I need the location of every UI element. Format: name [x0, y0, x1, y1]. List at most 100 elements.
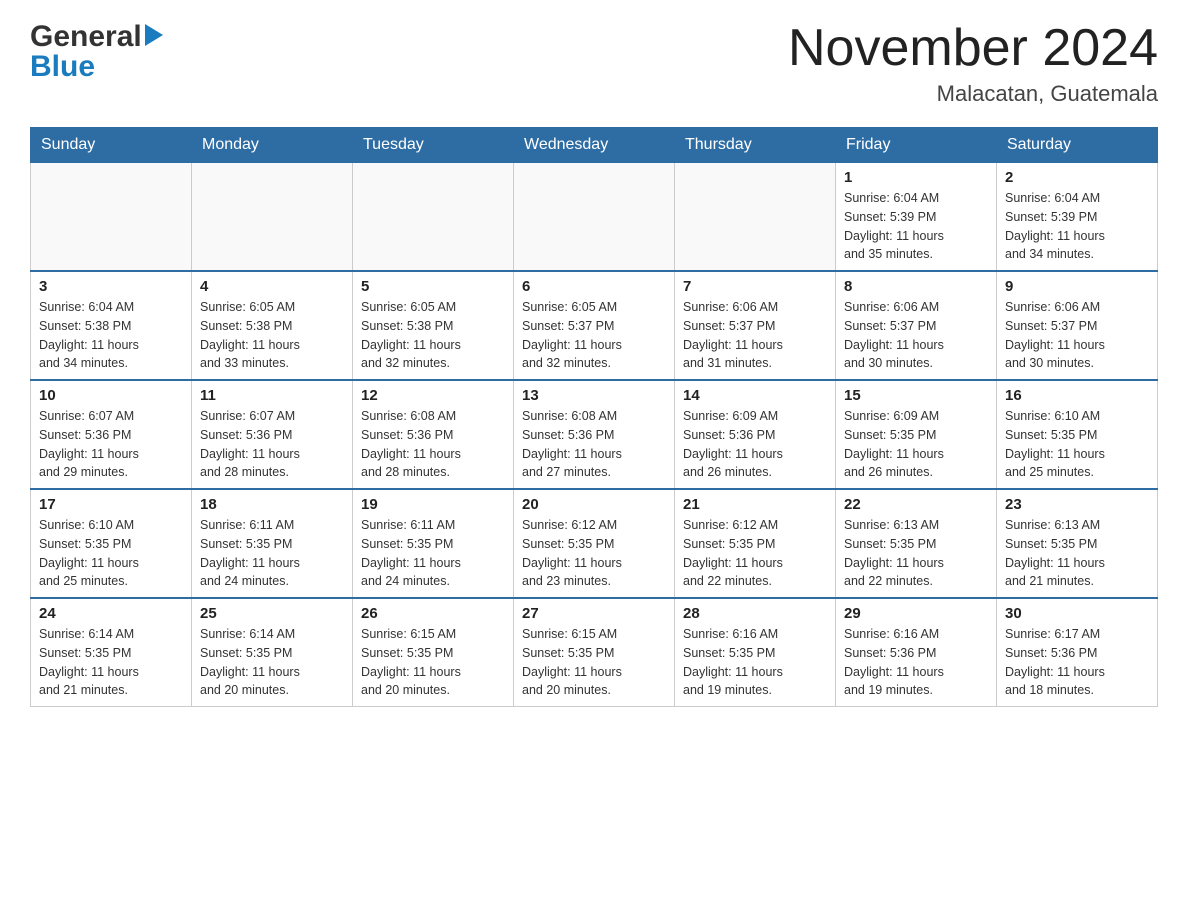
calendar-cell: 14 Sunrise: 6:09 AM Sunset: 5:36 PM Dayli…: [675, 380, 836, 489]
day-info: Sunrise: 6:12 AM Sunset: 5:35 PM Dayligh…: [683, 516, 827, 591]
day-info: Sunrise: 6:05 AM Sunset: 5:38 PM Dayligh…: [361, 298, 505, 373]
calendar-cell: 3 Sunrise: 6:04 AM Sunset: 5:38 PM Daylig…: [31, 271, 192, 380]
week-row-2: 3 Sunrise: 6:04 AM Sunset: 5:38 PM Daylig…: [31, 271, 1158, 380]
day-number: 2: [1005, 169, 1149, 186]
day-number: 12: [361, 387, 505, 404]
day-number: 7: [683, 278, 827, 295]
calendar-cell: 19 Sunrise: 6:11 AM Sunset: 5:35 PM Dayli…: [353, 489, 514, 598]
week-row-4: 17 Sunrise: 6:10 AM Sunset: 5:35 PM Dayli…: [31, 489, 1158, 598]
calendar-cell: 4Sunrise: 6:05 AM Sunset: 5:38 PM Daylig…: [192, 271, 353, 380]
day-number: 16: [1005, 387, 1149, 404]
day-info: Sunrise: 6:14 AM Sunset: 5:35 PM Dayligh…: [200, 625, 344, 700]
week-row-5: 24Sunrise: 6:14 AM Sunset: 5:35 PM Dayli…: [31, 598, 1158, 707]
day-info: Sunrise: 6:05 AM Sunset: 5:38 PM Dayligh…: [200, 298, 344, 373]
weekday-header-row: SundayMondayTuesdayWednesdayThursdayFrid…: [31, 128, 1158, 163]
day-number: 21: [683, 496, 827, 513]
day-info: Sunrise: 6:15 AM Sunset: 5:35 PM Dayligh…: [522, 625, 666, 700]
calendar-cell: 25 Sunrise: 6:14 AM Sunset: 5:35 PM Dayli…: [192, 598, 353, 707]
day-info: Sunrise: 6:09 AM Sunset: 5:36 PM Dayligh…: [683, 407, 827, 482]
day-number: 11: [200, 387, 344, 404]
calendar-cell: 11 Sunrise: 6:07 AM Sunset: 5:36 PM Dayli…: [192, 380, 353, 489]
weekday-header-thursday: Thursday: [675, 128, 836, 163]
day-number: 25: [200, 605, 344, 622]
calendar-cell: 15 Sunrise: 6:09 AM Sunset: 5:35 PM Dayli…: [836, 380, 997, 489]
title-block: November 2024 Malacatan, Guatemala: [788, 20, 1158, 107]
day-info: Sunrise: 6:11 AM Sunset: 5:35 PM Dayligh…: [361, 516, 505, 591]
day-info: Sunrise: 6:05 AM Sunset: 5:37 PM Dayligh…: [522, 298, 666, 373]
day-number: 18: [200, 496, 344, 513]
day-info: Sunrise: 6:13 AM Sunset: 5:35 PM Dayligh…: [1005, 516, 1149, 591]
day-number: 8: [844, 278, 988, 295]
location: Malacatan, Guatemala: [788, 81, 1158, 107]
calendar-cell: 22 Sunrise: 6:13 AM Sunset: 5:35 PM Dayli…: [836, 489, 997, 598]
calendar-cell: [192, 163, 353, 272]
calendar-cell: 13Sunrise: 6:08 AM Sunset: 5:36 PM Dayli…: [514, 380, 675, 489]
calendar-cell: [31, 163, 192, 272]
calendar-cell: 27 Sunrise: 6:15 AM Sunset: 5:35 PM Dayli…: [514, 598, 675, 707]
weekday-header-saturday: Saturday: [997, 128, 1158, 163]
calendar-cell: 6 Sunrise: 6:05 AM Sunset: 5:37 PM Daylig…: [514, 271, 675, 380]
calendar-cell: 10 Sunrise: 6:07 AM Sunset: 5:36 PM Dayli…: [31, 380, 192, 489]
day-number: 10: [39, 387, 183, 404]
day-number: 17: [39, 496, 183, 513]
calendar-cell: 30 Sunrise: 6:17 AM Sunset: 5:36 PM Dayli…: [997, 598, 1158, 707]
calendar-cell: 26Sunrise: 6:15 AM Sunset: 5:35 PM Dayli…: [353, 598, 514, 707]
weekday-header-wednesday: Wednesday: [514, 128, 675, 163]
page-header: General Blue November 2024 Malacatan, Gu…: [30, 20, 1158, 107]
calendar-cell: 9Sunrise: 6:06 AM Sunset: 5:37 PM Daylig…: [997, 271, 1158, 380]
day-info: Sunrise: 6:04 AM Sunset: 5:39 PM Dayligh…: [844, 189, 988, 264]
calendar-cell: 21 Sunrise: 6:12 AM Sunset: 5:35 PM Dayli…: [675, 489, 836, 598]
calendar-cell: 16 Sunrise: 6:10 AM Sunset: 5:35 PM Dayli…: [997, 380, 1158, 489]
day-number: 23: [1005, 496, 1149, 513]
day-number: 28: [683, 605, 827, 622]
calendar-cell: 24Sunrise: 6:14 AM Sunset: 5:35 PM Dayli…: [31, 598, 192, 707]
day-info: Sunrise: 6:10 AM Sunset: 5:35 PM Dayligh…: [39, 516, 183, 591]
day-info: Sunrise: 6:08 AM Sunset: 5:36 PM Dayligh…: [361, 407, 505, 482]
calendar-cell: 7 Sunrise: 6:06 AM Sunset: 5:37 PM Daylig…: [675, 271, 836, 380]
day-number: 22: [844, 496, 988, 513]
day-info: Sunrise: 6:04 AM Sunset: 5:38 PM Dayligh…: [39, 298, 183, 373]
day-info: Sunrise: 6:13 AM Sunset: 5:35 PM Dayligh…: [844, 516, 988, 591]
calendar-cell: 5 Sunrise: 6:05 AM Sunset: 5:38 PM Daylig…: [353, 271, 514, 380]
calendar-cell: 1Sunrise: 6:04 AM Sunset: 5:39 PM Daylig…: [836, 163, 997, 272]
day-info: Sunrise: 6:12 AM Sunset: 5:35 PM Dayligh…: [522, 516, 666, 591]
day-number: 19: [361, 496, 505, 513]
day-info: Sunrise: 6:11 AM Sunset: 5:35 PM Dayligh…: [200, 516, 344, 591]
day-info: Sunrise: 6:07 AM Sunset: 5:36 PM Dayligh…: [200, 407, 344, 482]
logo: General Blue: [30, 20, 163, 84]
day-number: 6: [522, 278, 666, 295]
day-number: 20: [522, 496, 666, 513]
day-info: Sunrise: 6:08 AM Sunset: 5:36 PM Dayligh…: [522, 407, 666, 482]
day-info: Sunrise: 6:07 AM Sunset: 5:36 PM Dayligh…: [39, 407, 183, 482]
day-number: 15: [844, 387, 988, 404]
day-number: 5: [361, 278, 505, 295]
day-info: Sunrise: 6:06 AM Sunset: 5:37 PM Dayligh…: [683, 298, 827, 373]
calendar-cell: 12 Sunrise: 6:08 AM Sunset: 5:36 PM Dayli…: [353, 380, 514, 489]
logo-general-text: General: [30, 20, 142, 54]
calendar-cell: 23 Sunrise: 6:13 AM Sunset: 5:35 PM Dayli…: [997, 489, 1158, 598]
month-title: November 2024: [788, 20, 1158, 77]
day-info: Sunrise: 6:17 AM Sunset: 5:36 PM Dayligh…: [1005, 625, 1149, 700]
calendar-table: SundayMondayTuesdayWednesdayThursdayFrid…: [30, 127, 1158, 707]
logo-arrow-icon: [142, 26, 163, 48]
weekday-header-friday: Friday: [836, 128, 997, 163]
day-number: 29: [844, 605, 988, 622]
weekday-header-sunday: Sunday: [31, 128, 192, 163]
weekday-header-tuesday: Tuesday: [353, 128, 514, 163]
week-row-1: 1Sunrise: 6:04 AM Sunset: 5:39 PM Daylig…: [31, 163, 1158, 272]
calendar-cell: [675, 163, 836, 272]
day-info: Sunrise: 6:09 AM Sunset: 5:35 PM Dayligh…: [844, 407, 988, 482]
day-info: Sunrise: 6:16 AM Sunset: 5:36 PM Dayligh…: [844, 625, 988, 700]
day-info: Sunrise: 6:16 AM Sunset: 5:35 PM Dayligh…: [683, 625, 827, 700]
calendar-cell: 2Sunrise: 6:04 AM Sunset: 5:39 PM Daylig…: [997, 163, 1158, 272]
day-info: Sunrise: 6:14 AM Sunset: 5:35 PM Dayligh…: [39, 625, 183, 700]
day-number: 27: [522, 605, 666, 622]
week-row-3: 10 Sunrise: 6:07 AM Sunset: 5:36 PM Dayli…: [31, 380, 1158, 489]
calendar-cell: 17 Sunrise: 6:10 AM Sunset: 5:35 PM Dayli…: [31, 489, 192, 598]
day-number: 3: [39, 278, 183, 295]
day-number: 30: [1005, 605, 1149, 622]
day-number: 14: [683, 387, 827, 404]
calendar-cell: 8Sunrise: 6:06 AM Sunset: 5:37 PM Daylig…: [836, 271, 997, 380]
day-info: Sunrise: 6:10 AM Sunset: 5:35 PM Dayligh…: [1005, 407, 1149, 482]
calendar-cell: 20 Sunrise: 6:12 AM Sunset: 5:35 PM Dayli…: [514, 489, 675, 598]
